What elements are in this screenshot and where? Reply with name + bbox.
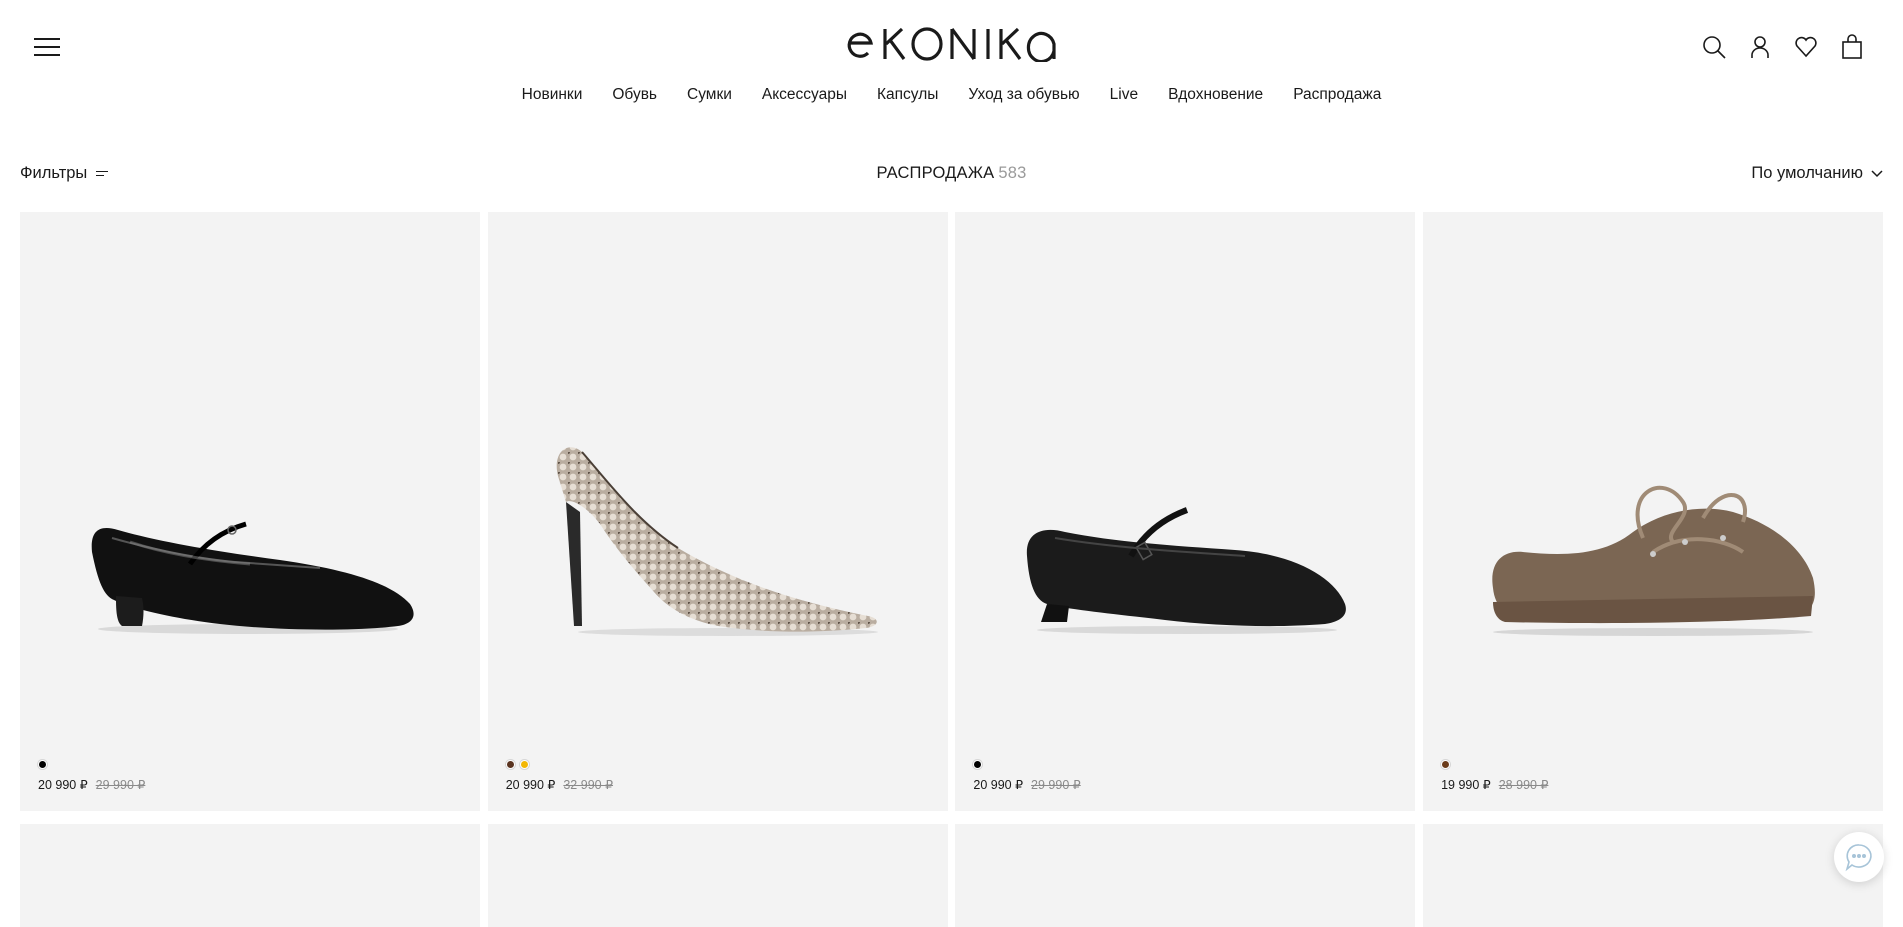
filter-icon	[96, 170, 109, 178]
nav-item-accessories[interactable]: Аксессуары	[762, 86, 847, 104]
nav-item-new[interactable]: Новинки	[522, 86, 583, 104]
nav-item-sale[interactable]: Распродажа	[1293, 86, 1381, 104]
site-header: Новинки Обувь Сумки Аксессуары Капсулы У…	[0, 0, 1903, 120]
user-icon[interactable]	[1747, 34, 1773, 60]
product-card[interactable]	[20, 824, 480, 927]
ekonika-logo	[847, 27, 1056, 62]
search-icon[interactable]	[1701, 34, 1727, 60]
product-card[interactable]: 20 990 ₽ 29 990 ₽	[20, 212, 480, 811]
color-swatches	[38, 760, 47, 769]
filters-button[interactable]: Фильтры	[20, 164, 109, 183]
product-image[interactable]	[1423, 212, 1883, 752]
chat-icon	[1845, 844, 1872, 872]
nav-item-shoe-care[interactable]: Уход за обувью	[968, 86, 1079, 104]
nav-item-capsules[interactable]: Капсулы	[877, 86, 938, 104]
product-grid: 20 990 ₽ 29 990 ₽ 20 990 ₽ 32 990 ₽ 20 9…	[20, 212, 1884, 927]
color-swatch[interactable]	[505, 760, 515, 769]
product-image[interactable]	[488, 212, 948, 752]
product-card[interactable]	[1423, 824, 1884, 927]
price-block: 19 990 ₽ 28 990 ₽	[1441, 777, 1548, 792]
sort-label: По умолчанию	[1751, 164, 1863, 182]
color-swatch[interactable]	[1441, 760, 1451, 769]
product-count: 583	[998, 164, 1027, 182]
old-price: 29 990 ₽	[95, 778, 146, 792]
color-swatches	[973, 760, 983, 769]
chat-button[interactable]	[1834, 832, 1884, 882]
old-price: 32 990 ₽	[563, 778, 614, 792]
product-card[interactable]	[955, 824, 1416, 927]
sale-price: 19 990 ₽	[1441, 778, 1491, 792]
product-image[interactable]	[20, 212, 480, 752]
nav-item-bags[interactable]: Сумки	[687, 86, 732, 104]
product-card[interactable]: 20 990 ₽ 29 990 ₽	[955, 212, 1416, 811]
price-block: 20 990 ₽ 29 990 ₽	[38, 777, 145, 792]
color-swatches	[1441, 760, 1451, 769]
sale-price: 20 990 ₽	[38, 778, 88, 792]
price-block: 20 990 ₽ 29 990 ₽	[973, 777, 1080, 792]
product-card[interactable]: 20 990 ₽ 32 990 ₽	[487, 212, 948, 811]
bag-icon[interactable]	[1839, 34, 1865, 60]
price-block: 20 990 ₽ 32 990 ₽	[506, 777, 613, 792]
old-price: 28 990 ₽	[1498, 778, 1549, 792]
old-price: 29 990 ₽	[1031, 778, 1081, 792]
color-swatch[interactable]	[519, 760, 529, 769]
logo[interactable]	[845, 26, 1059, 62]
catalog-toolbar: Фильтры РАСПРОДАЖА 583 По умолчанию	[20, 164, 1883, 188]
heart-icon[interactable]	[1793, 34, 1819, 60]
nav-item-inspiration[interactable]: Вдохновение	[1168, 86, 1263, 104]
nav-item-shoes[interactable]: Обувь	[612, 86, 657, 104]
page-title: РАСПРОДАЖА 583	[20, 164, 1883, 183]
product-card[interactable]: 19 990 ₽ 28 990 ₽	[1423, 212, 1884, 811]
chevron-down-icon	[1871, 169, 1883, 177]
product-image[interactable]	[955, 212, 1415, 752]
sale-price: 20 990 ₽	[505, 778, 556, 792]
sort-dropdown[interactable]: По умолчанию	[1751, 164, 1883, 183]
color-swatches	[505, 760, 529, 769]
nav-item-live[interactable]: Live	[1110, 86, 1138, 104]
color-swatch[interactable]	[973, 760, 983, 769]
header-actions	[1701, 34, 1865, 60]
product-card[interactable]	[487, 824, 948, 927]
menu-icon[interactable]	[34, 36, 60, 58]
main-nav: Новинки Обувь Сумки Аксессуары Капсулы У…	[0, 86, 1903, 104]
category-title: РАСПРОДАЖА	[876, 164, 995, 182]
filters-label: Фильтры	[20, 164, 88, 182]
color-swatch[interactable]	[38, 760, 47, 769]
sale-price: 20 990 ₽	[973, 778, 1024, 792]
